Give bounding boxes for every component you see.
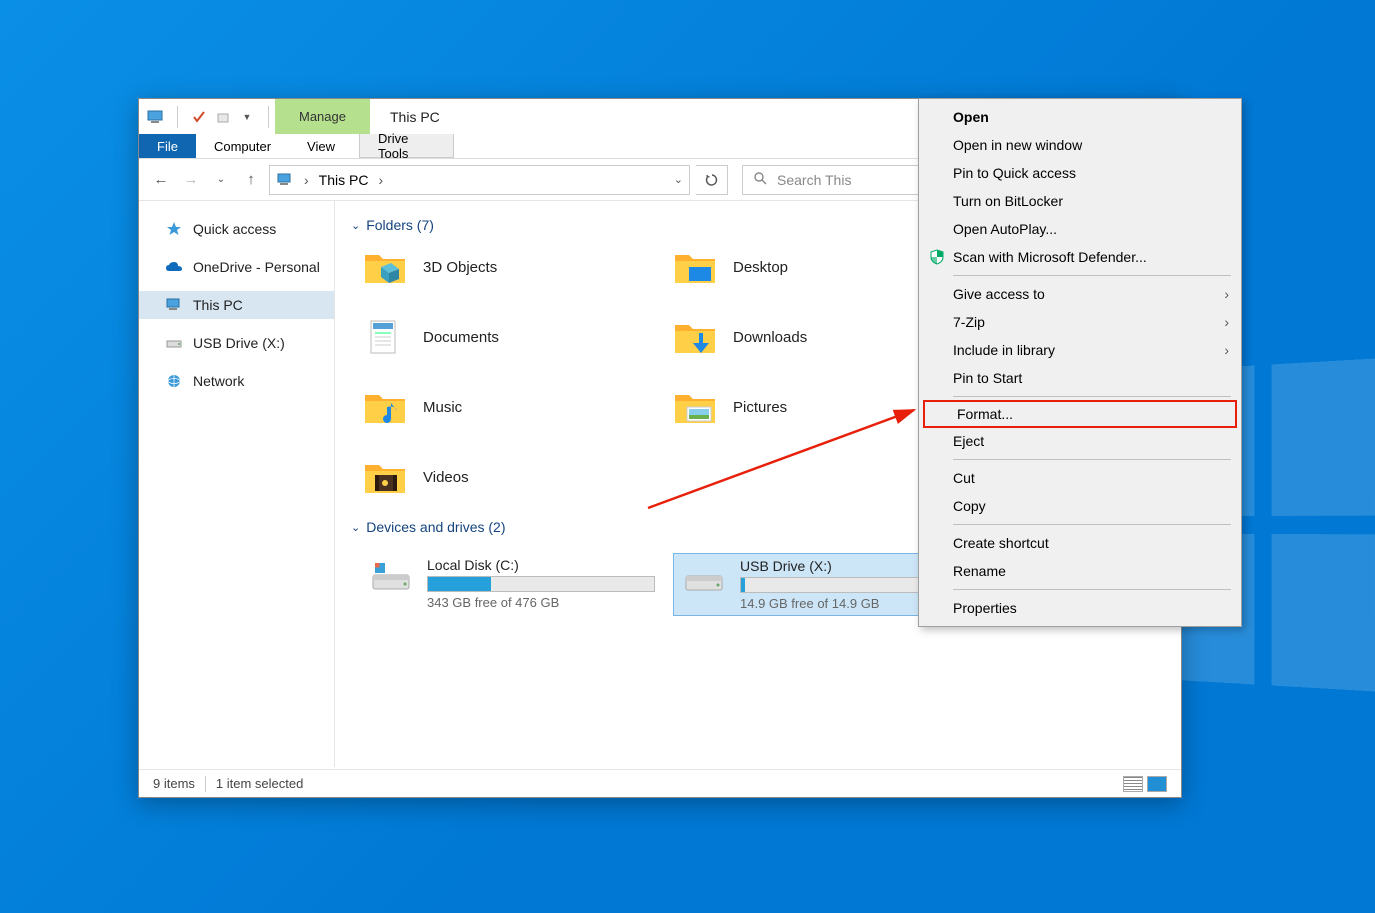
- menu-item-open-new-window[interactable]: Open in new window: [921, 131, 1239, 159]
- chevron-right-icon: ›: [1224, 286, 1229, 302]
- drive-free-text: 343 GB free of 476 GB: [427, 595, 655, 610]
- address-dropdown-icon[interactable]: ⌄: [674, 173, 683, 186]
- folder-item-documents[interactable]: Documents: [361, 313, 671, 361]
- section-label: Devices and drives (2): [366, 519, 505, 535]
- up-button[interactable]: ↑: [239, 168, 263, 192]
- drive-name: Local Disk (C:): [427, 557, 655, 573]
- status-item-count: 9 items: [153, 776, 195, 791]
- star-icon: [165, 220, 183, 238]
- address-bar[interactable]: › This PC › ⌄: [269, 165, 690, 195]
- chevron-right-icon: ›: [1224, 314, 1229, 330]
- menu-item-format[interactable]: Format...: [923, 400, 1237, 428]
- breadcrumb-chevron-icon[interactable]: ›: [300, 172, 313, 188]
- folder-videos-icon: [361, 453, 409, 501]
- qat-new-folder-icon[interactable]: [214, 108, 232, 126]
- chevron-right-icon: ›: [1224, 342, 1229, 358]
- status-selection-count: 1 item selected: [216, 776, 303, 791]
- shield-icon: [927, 247, 947, 267]
- menu-item-copy[interactable]: Copy: [921, 492, 1239, 520]
- folder-label: Desktop: [733, 259, 788, 276]
- menu-item-autoplay[interactable]: Open AutoPlay...: [921, 215, 1239, 243]
- menu-item-cut[interactable]: Cut: [921, 464, 1239, 492]
- network-icon: [165, 372, 183, 390]
- ribbon-tab-file[interactable]: File: [139, 134, 196, 158]
- breadcrumb-location[interactable]: This PC: [319, 172, 369, 188]
- menu-item-bitlocker[interactable]: Turn on BitLocker: [921, 187, 1239, 215]
- sidebar-item-quick-access[interactable]: Quick access: [139, 215, 334, 243]
- menu-item-pin-quick-access[interactable]: Pin to Quick access: [921, 159, 1239, 187]
- folder-3d-objects-icon: [361, 243, 409, 291]
- context-menu: Open Open in new window Pin to Quick acc…: [918, 98, 1242, 627]
- address-pc-icon: [276, 171, 294, 189]
- folder-downloads-icon: [671, 313, 719, 361]
- menu-item-pin-start[interactable]: Pin to Start: [921, 364, 1239, 392]
- menu-item-create-shortcut[interactable]: Create shortcut: [921, 529, 1239, 557]
- folder-label: Pictures: [733, 399, 787, 416]
- forward-button[interactable]: →: [179, 168, 203, 192]
- qat-dropdown-icon[interactable]: ▼: [238, 108, 256, 126]
- system-icon[interactable]: [147, 108, 165, 126]
- folder-desktop-icon: [671, 243, 719, 291]
- drive-capacity-bar: [427, 576, 655, 592]
- menu-item-include-library[interactable]: Include in library›: [921, 336, 1239, 364]
- section-label: Folders (7): [366, 217, 434, 233]
- drive-item-local-disk[interactable]: Local Disk (C:) 343 GB free of 476 GB: [361, 553, 661, 616]
- ribbon-tab-computer[interactable]: Computer: [196, 134, 289, 158]
- refresh-button[interactable]: [696, 165, 728, 195]
- menu-item-defender[interactable]: Scan with Microsoft Defender...: [921, 243, 1239, 271]
- navigation-pane: Quick access OneDrive - Personal This PC…: [139, 201, 335, 767]
- ribbon-tab-view[interactable]: View: [289, 134, 353, 158]
- folder-documents-icon: [361, 313, 409, 361]
- ribbon-tab-drive-tools[interactable]: Drive Tools: [359, 134, 454, 158]
- breadcrumb-chevron-icon[interactable]: ›: [374, 172, 387, 188]
- folder-item-3d-objects[interactable]: 3D Objects: [361, 243, 671, 291]
- folder-label: 3D Objects: [423, 259, 497, 276]
- folder-label: Music: [423, 399, 462, 416]
- sidebar-item-network[interactable]: Network: [139, 367, 334, 395]
- folder-music-icon: [361, 383, 409, 431]
- menu-item-7zip[interactable]: 7-Zip›: [921, 308, 1239, 336]
- folder-pictures-icon: [671, 383, 719, 431]
- menu-item-eject[interactable]: Eject: [921, 427, 1239, 455]
- sidebar-item-label: Network: [193, 373, 244, 389]
- sidebar-item-label: This PC: [193, 297, 243, 313]
- sidebar-item-label: OneDrive - Personal: [193, 259, 320, 275]
- menu-item-properties[interactable]: Properties: [921, 594, 1239, 622]
- folder-item-videos[interactable]: Videos: [361, 453, 671, 501]
- qat-properties-icon[interactable]: [190, 108, 208, 126]
- large-icons-view-button[interactable]: [1147, 776, 1167, 792]
- chevron-down-icon: ⌄: [351, 219, 360, 232]
- sidebar-item-label: Quick access: [193, 221, 276, 237]
- search-icon: [753, 171, 767, 188]
- manage-contextual-tab[interactable]: Manage: [275, 99, 370, 134]
- menu-item-open[interactable]: Open: [921, 103, 1239, 131]
- sidebar-item-usb-drive[interactable]: USB Drive (X:): [139, 329, 334, 357]
- folder-label: Videos: [423, 469, 469, 486]
- sidebar-item-label: USB Drive (X:): [193, 335, 285, 351]
- chevron-down-icon: ⌄: [351, 521, 360, 534]
- folder-label: Downloads: [733, 329, 807, 346]
- pc-icon: [165, 296, 183, 314]
- back-button[interactable]: ←: [149, 168, 173, 192]
- menu-item-rename[interactable]: Rename: [921, 557, 1239, 585]
- usb-drive-icon: [680, 558, 728, 598]
- drive-icon: [165, 334, 183, 352]
- folder-item-music[interactable]: Music: [361, 383, 671, 431]
- menu-item-give-access[interactable]: Give access to›: [921, 280, 1239, 308]
- sidebar-item-onedrive[interactable]: OneDrive - Personal: [139, 253, 334, 281]
- cloud-icon: [165, 258, 183, 276]
- search-placeholder: Search This: [777, 172, 851, 188]
- sidebar-item-this-pc[interactable]: This PC: [139, 291, 334, 319]
- hard-drive-icon: [367, 557, 415, 597]
- details-view-button[interactable]: [1123, 776, 1143, 792]
- folder-label: Documents: [423, 329, 499, 346]
- status-bar: 9 items 1 item selected: [139, 769, 1181, 797]
- recent-dropdown-icon[interactable]: ⌄: [209, 168, 233, 192]
